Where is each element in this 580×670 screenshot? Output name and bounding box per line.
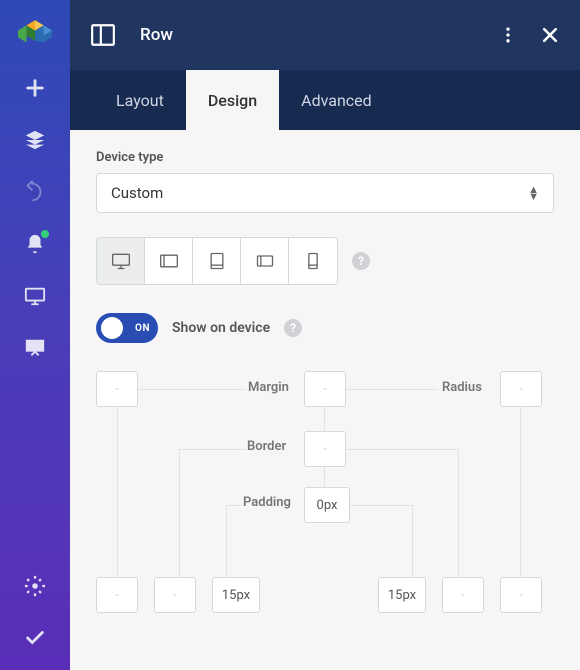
radius-bottom-left-input[interactable]: [154, 577, 196, 613]
radius-top-right-input[interactable]: [500, 371, 542, 407]
row-element-icon: [90, 22, 116, 48]
close-icon[interactable]: [540, 25, 560, 45]
tab-layout[interactable]: Layout: [94, 70, 186, 130]
select-arrows-icon: ▲▼: [528, 186, 539, 200]
toggle-knob: [101, 317, 123, 339]
tab-advanced[interactable]: Advanced: [279, 70, 394, 130]
help-icon[interactable]: ?: [284, 319, 302, 337]
padding-left-input[interactable]: [212, 577, 260, 613]
padding-top-input[interactable]: [304, 487, 350, 523]
add-icon[interactable]: [23, 76, 47, 100]
margin-right-input[interactable]: [442, 577, 484, 613]
padding-right-input[interactable]: [378, 577, 426, 613]
device-button-group: [96, 237, 338, 285]
device-mobile-landscape-button[interactable]: [241, 238, 289, 284]
app-logo: [18, 18, 52, 48]
layers-icon[interactable]: [23, 128, 47, 152]
radius-bottom-right-input[interactable]: [500, 577, 542, 613]
presentation-icon[interactable]: [23, 336, 47, 360]
desktop-icon[interactable]: [23, 284, 47, 308]
device-type-select[interactable]: Custom ▲▼: [96, 173, 554, 213]
device-tablet-landscape-button[interactable]: [145, 238, 193, 284]
margin-bottom-input[interactable]: [96, 577, 138, 613]
margin-left-input[interactable]: [96, 371, 138, 407]
tab-design[interactable]: Design: [186, 70, 279, 130]
border-top-input[interactable]: [304, 431, 346, 467]
undo-icon[interactable]: [23, 180, 47, 204]
confirm-icon[interactable]: [23, 626, 47, 650]
device-mobile-portrait-button[interactable]: [289, 238, 337, 284]
device-desktop-button[interactable]: [97, 238, 145, 284]
help-icon[interactable]: ?: [352, 252, 370, 270]
margin-top-input[interactable]: [304, 371, 346, 407]
element-title: Row: [140, 25, 498, 45]
box-model-editor: Margin Radius Border Padding: [96, 371, 554, 611]
radius-label: Radius: [442, 380, 482, 395]
device-tablet-portrait-button[interactable]: [193, 238, 241, 284]
show-on-device-label: Show on device: [172, 320, 270, 336]
toggle-state: ON: [135, 323, 150, 334]
device-type-label: Device type: [96, 150, 554, 165]
notifications-icon[interactable]: [23, 232, 47, 256]
margin-label: Margin: [248, 380, 289, 395]
device-type-value: Custom: [111, 184, 163, 202]
padding-label: Padding: [243, 495, 291, 510]
show-on-device-toggle[interactable]: ON: [96, 313, 158, 343]
more-icon[interactable]: [498, 25, 518, 45]
border-label: Border: [247, 439, 286, 454]
settings-icon[interactable]: [23, 574, 47, 598]
